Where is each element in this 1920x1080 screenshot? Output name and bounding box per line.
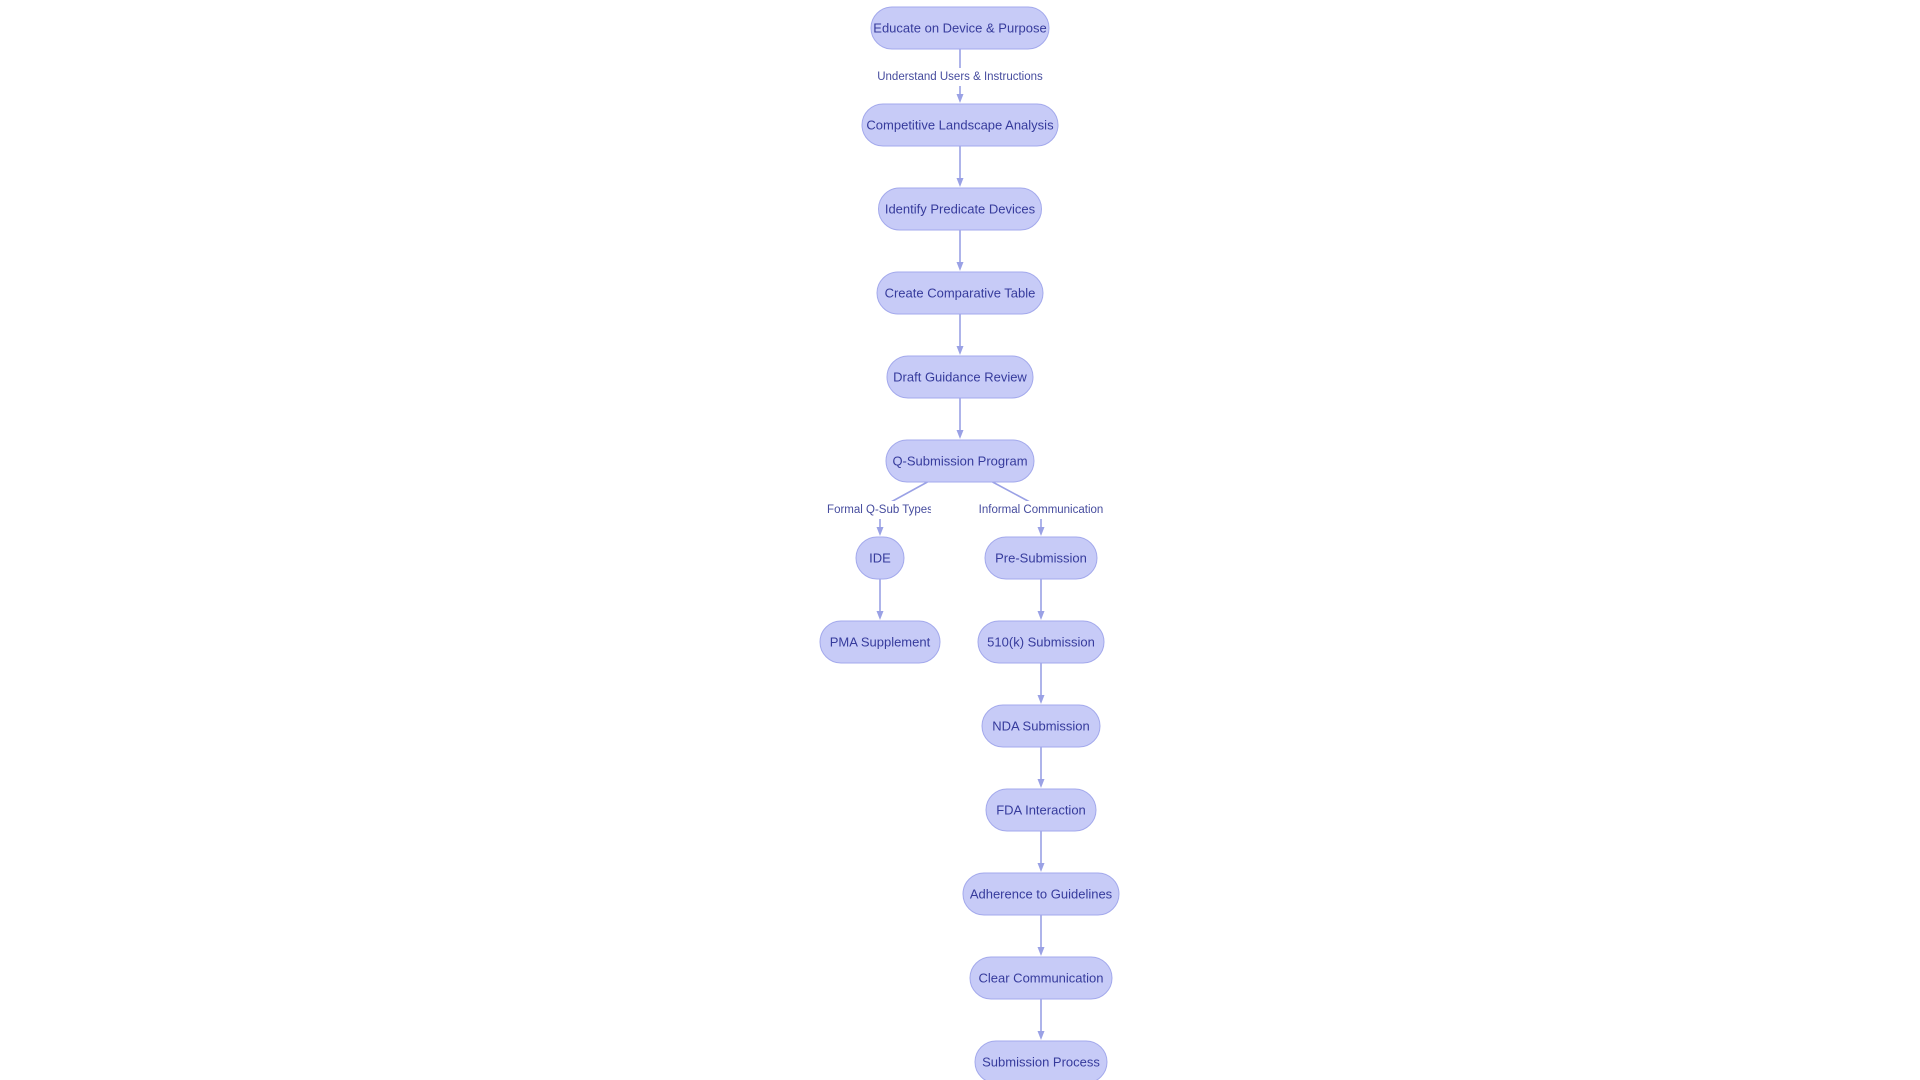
node-label: NDA Submission [992, 718, 1090, 733]
edge-nda-submission-to-fda-interaction [1037, 747, 1045, 788]
edge-fda-interaction-to-adherence-to-guidelines [1037, 831, 1045, 872]
arrow-head-icon [956, 262, 964, 271]
edge-label-informal-communication: Informal Communication [979, 504, 1104, 516]
edge-identify-predicate-devices-to-create-comparative-table [956, 230, 964, 271]
flowchart-diagram: Understand Users & Instructions Formal Q-… [0, 0, 1920, 1080]
node-draft-guidance-review[interactable]: Draft Guidance Review [886, 355, 1034, 399]
node-ide[interactable]: IDE [855, 536, 905, 580]
node-create-comparative-table[interactable]: Create Comparative Table [876, 271, 1044, 315]
edge-label-formal-q-sub-types: Formal Q-Sub Types [827, 504, 933, 516]
arrow-head-icon [1037, 1031, 1045, 1040]
node-label: Draft Guidance Review [893, 369, 1027, 384]
arrow-head-icon [876, 611, 884, 620]
node-510-k-submission[interactable]: 510(k) Submission [977, 620, 1105, 664]
node-label: Identify Predicate Devices [885, 201, 1036, 216]
arrow-head-icon [956, 346, 964, 355]
node-clear-communication[interactable]: Clear Communication [969, 956, 1113, 1000]
arrow-head-icon [1037, 611, 1045, 620]
node-pma-supplement[interactable]: PMA Supplement [819, 620, 941, 664]
arrow-head-icon [1037, 695, 1045, 704]
edge-draft-guidance-review-to-q-submission-program [956, 398, 964, 439]
node-q-submission-program[interactable]: Q-Submission Program [885, 439, 1035, 483]
arrow-head-icon [1037, 779, 1045, 788]
edge-pre-submission-to-510-k-submission [1037, 579, 1045, 620]
node-label: Educate on Device & Purpose [873, 20, 1046, 35]
node-adherence-to-guidelines[interactable]: Adherence to Guidelines [962, 872, 1120, 916]
node-label: Pre-Submission [995, 550, 1087, 565]
arrow-head-icon [956, 94, 964, 103]
node-label: Q-Submission Program [892, 453, 1027, 468]
edge-clear-communication-to-submission-process [1037, 999, 1045, 1040]
edge-label-understand-users-instructions: Understand Users & Instructions [877, 71, 1043, 83]
node-label: 510(k) Submission [987, 634, 1095, 649]
arrow-head-icon [1037, 947, 1045, 956]
arrow-head-icon [876, 527, 884, 536]
arrow-head-icon [956, 430, 964, 439]
node-label: Submission Process [982, 1054, 1100, 1069]
node-fda-interaction[interactable]: FDA Interaction [985, 788, 1097, 832]
edge-competitive-landscape-analysis-to-identify-predicate-devices [956, 146, 964, 187]
node-label: FDA Interaction [996, 802, 1086, 817]
nodes-layer: Educate on Device & Purpose Competitive L… [819, 6, 1120, 1080]
node-nda-submission[interactable]: NDA Submission [981, 704, 1101, 748]
arrow-head-icon [1037, 527, 1045, 536]
node-competitive-landscape-analysis[interactable]: Competitive Landscape Analysis [861, 103, 1059, 147]
node-pre-submission[interactable]: Pre-Submission [984, 536, 1098, 580]
arrow-head-icon [1037, 863, 1045, 872]
edge-adherence-to-guidelines-to-clear-communication [1037, 915, 1045, 956]
node-educate-on-device-purpose[interactable]: Educate on Device & Purpose [870, 6, 1050, 50]
arrow-head-icon [956, 178, 964, 187]
node-identify-predicate-devices[interactable]: Identify Predicate Devices [878, 187, 1042, 231]
edge-create-comparative-table-to-draft-guidance-review [956, 314, 964, 355]
node-submission-process[interactable]: Submission Process [974, 1040, 1108, 1080]
node-label: Clear Communication [979, 970, 1104, 985]
node-label: PMA Supplement [830, 634, 931, 649]
node-label: Adherence to Guidelines [970, 886, 1113, 901]
node-label: Create Comparative Table [885, 285, 1036, 300]
edge-ide-to-pma-supplement [876, 579, 884, 620]
node-label: IDE [869, 550, 891, 565]
edge-510-k-submission-to-nda-submission [1037, 663, 1045, 704]
node-label: Competitive Landscape Analysis [866, 117, 1054, 132]
